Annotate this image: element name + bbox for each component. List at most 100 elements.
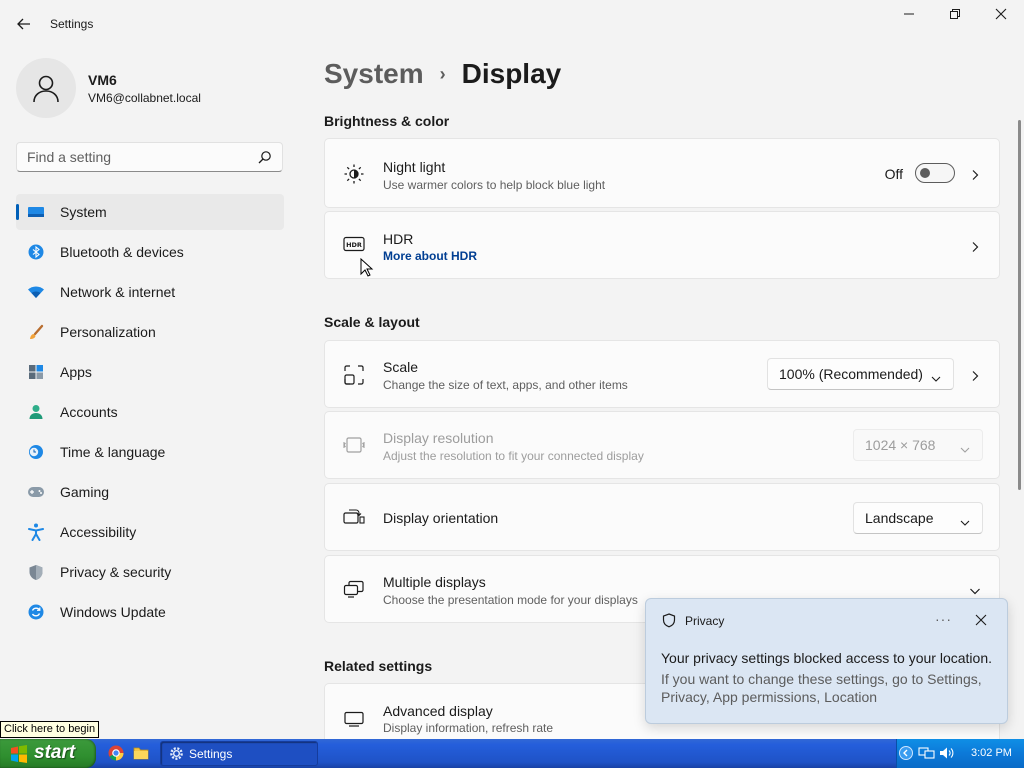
section-heading-related: Related settings (324, 658, 433, 674)
resolution-dropdown: 1024 × 768 (853, 429, 983, 461)
start-button[interactable]: start (0, 739, 96, 768)
orientation-icon (343, 508, 365, 530)
setting-title: Night light (383, 159, 446, 175)
chrome-icon[interactable] (108, 745, 124, 764)
scale-card[interactable]: Scale Change the size of text, apps, and… (324, 340, 1000, 408)
volume-icon[interactable] (939, 746, 955, 763)
gamepad-icon (27, 484, 45, 500)
title-bar: Settings (0, 0, 1024, 48)
dropdown-value: 100% (Recommended) (779, 366, 923, 382)
chevron-right-icon[interactable] (969, 369, 981, 381)
sidebar-item-privacy[interactable]: Privacy & security (16, 554, 284, 590)
sidebar-item-label: Network & internet (60, 284, 176, 300)
dropdown-value: Landscape (865, 510, 934, 526)
sidebar-item-apps[interactable]: Apps (16, 354, 284, 390)
sidebar-item-system[interactable]: System (16, 194, 284, 230)
privacy-notification[interactable]: Privacy ··· Your privacy settings blocke… (645, 598, 1008, 724)
monitor-icon (343, 711, 365, 733)
back-arrow-icon[interactable] (14, 14, 34, 34)
sidebar-item-label: System (60, 204, 107, 220)
wifi-icon (27, 284, 45, 300)
sidebar-item-label: Personalization (60, 324, 156, 340)
apps-icon (27, 364, 45, 380)
setting-subtitle: Choose the presentation mode for your di… (383, 593, 638, 607)
display-orientation-card[interactable]: Display orientation Landscape (324, 483, 1000, 551)
clock-globe-icon (27, 444, 45, 460)
sidebar-item-label: Privacy & security (60, 564, 172, 580)
setting-title: Multiple displays (383, 574, 486, 590)
chevron-down-icon[interactable] (969, 584, 981, 596)
close-icon[interactable] (975, 613, 987, 629)
night-light-icon (343, 163, 365, 185)
section-heading-brightness: Brightness & color (324, 113, 450, 129)
sidebar-item-label: Windows Update (60, 604, 166, 620)
setting-title: HDR (383, 231, 414, 247)
breadcrumb: System › Display (324, 58, 561, 90)
more-about-hdr-link[interactable]: More about HDR (383, 249, 477, 263)
display-resolution-card: Display resolution Adjust the resolution… (324, 411, 1000, 479)
notification-detail: If you want to change these settings, go… (661, 671, 982, 705)
sidebar-item-personalization[interactable]: Personalization (16, 314, 284, 350)
setting-subtitle: Change the size of text, apps, and other… (383, 378, 628, 392)
scrollbar[interactable] (1018, 120, 1021, 490)
shield-icon (662, 613, 676, 631)
chevron-right-icon[interactable] (969, 240, 981, 252)
sidebar-item-network[interactable]: Network & internet (16, 274, 284, 310)
start-label: start (34, 742, 76, 763)
shield-icon (27, 564, 45, 580)
scale-dropdown[interactable]: 100% (Recommended) (767, 358, 954, 390)
night-light-toggle[interactable] (915, 163, 955, 183)
chevron-down-icon (931, 370, 941, 386)
gear-icon (169, 746, 184, 764)
setting-title: Scale (383, 359, 419, 375)
breadcrumb-parent[interactable]: System (324, 58, 424, 90)
taskbar-settings-button[interactable]: Settings (160, 741, 318, 766)
person-icon (27, 404, 45, 420)
svg-text:HDR: HDR (346, 241, 362, 249)
brush-icon (27, 324, 45, 340)
close-button[interactable] (986, 8, 1016, 26)
start-tooltip: Click here to begin (0, 721, 100, 738)
sidebar-item-label: Apps (60, 364, 92, 380)
minimize-button[interactable] (894, 8, 924, 26)
sidebar-item-accounts[interactable]: Accounts (16, 394, 284, 430)
search-box[interactable] (16, 142, 283, 172)
sidebar-item-accessibility[interactable]: Accessibility (16, 514, 284, 550)
system-icon (27, 204, 45, 220)
bluetooth-icon (27, 244, 45, 260)
sidebar-item-gaming[interactable]: Gaming (16, 474, 284, 510)
clock[interactable]: 3:02 PM (971, 747, 1012, 759)
mouse-cursor-icon (360, 258, 374, 277)
sidebar-item-time-language[interactable]: Time & language (16, 434, 284, 470)
orientation-dropdown[interactable]: Landscape (853, 502, 983, 534)
night-light-card[interactable]: Night light Use warmer colors to help bl… (324, 138, 1000, 208)
taskbar: start Settings 3:02 PM (0, 739, 1024, 768)
toggle-knob (920, 168, 930, 178)
network-icon[interactable] (918, 746, 936, 763)
hdr-card[interactable]: HDR HDR More about HDR (324, 211, 1000, 279)
more-options-icon[interactable]: ··· (935, 611, 952, 627)
chevron-down-icon (960, 514, 970, 530)
sidebar-item-label: Time & language (60, 444, 166, 460)
folder-icon[interactable] (133, 745, 149, 764)
multiple-displays-icon (343, 580, 365, 602)
setting-subtitle: Use warmer colors to help block blue lig… (383, 178, 606, 192)
search-input[interactable] (27, 149, 247, 165)
toggle-state-label: Off (884, 166, 903, 182)
setting-subtitle: Display information, refresh rate (383, 721, 554, 735)
sidebar-item-label: Accounts (60, 404, 118, 420)
sidebar-nav: System Bluetooth & devices Network & int… (16, 194, 284, 634)
windows-logo-icon (11, 745, 27, 763)
maximize-button[interactable] (940, 8, 970, 26)
user-name: VM6 (88, 72, 117, 88)
dropdown-value: 1024 × 768 (865, 437, 936, 453)
chevron-left-icon[interactable] (899, 746, 913, 763)
search-icon[interactable] (258, 150, 272, 167)
sidebar-item-label: Bluetooth & devices (60, 244, 184, 260)
sidebar-item-windows-update[interactable]: Windows Update (16, 594, 284, 630)
setting-subtitle: Adjust the resolution to fit your connec… (383, 449, 644, 463)
sidebar-item-bluetooth[interactable]: Bluetooth & devices (16, 234, 284, 270)
sidebar-item-label: Gaming (60, 484, 110, 500)
avatar[interactable] (16, 58, 76, 118)
chevron-right-icon[interactable] (969, 168, 981, 180)
